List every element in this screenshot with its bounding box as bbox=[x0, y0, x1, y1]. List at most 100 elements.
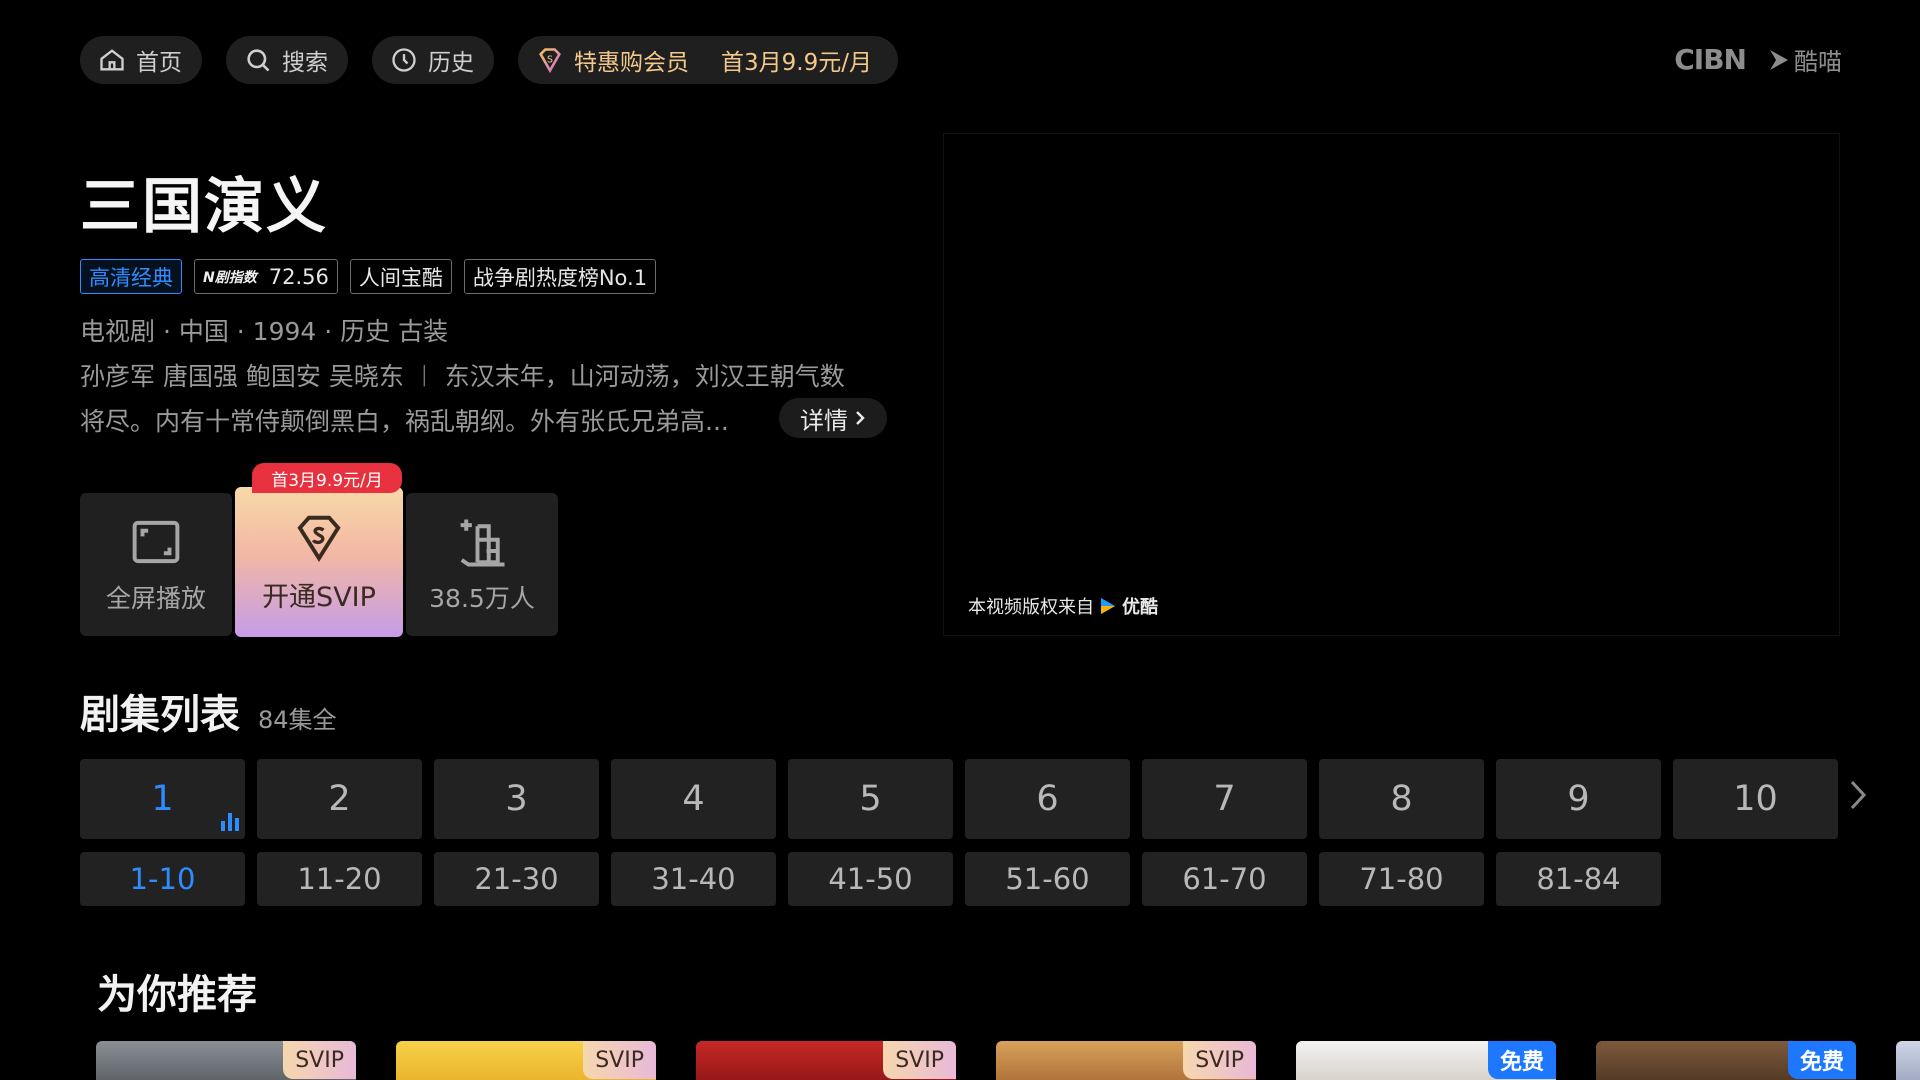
top-nav: 首页 搜索 历史 S 特惠购会员 首3月9.9元/月 bbox=[80, 36, 898, 84]
nav-history-label: 历史 bbox=[428, 50, 474, 76]
range-tab[interactable]: 1-10 bbox=[80, 852, 245, 906]
svip-badge: SVIP bbox=[1183, 1041, 1256, 1079]
tag-index: N剧指数 72.56 bbox=[194, 259, 338, 294]
provider-name: 优酷 bbox=[1122, 597, 1158, 618]
action-buttons: 全屏播放 首3月9.9元/月 开通SVIP 38.5万人 bbox=[80, 463, 558, 637]
svip-diamond-icon bbox=[297, 515, 341, 562]
tag-treasure: 人间宝酷 bbox=[349, 259, 452, 294]
free-badge: 免费 bbox=[1487, 1041, 1556, 1079]
episode-button-8[interactable]: 8 bbox=[1319, 759, 1484, 839]
svip-price-badge: 首3月9.9元/月 bbox=[252, 463, 402, 493]
desc-line-2: 将尽。内有十常侍颠倒黑白，祸乱朝纲。外有张氏兄弟高... bbox=[80, 407, 729, 436]
show-meta: 电视剧 · 中国 · 1994 · 历史 古装 bbox=[80, 317, 449, 346]
episode-number: 2 bbox=[328, 779, 351, 819]
range-tab[interactable]: 81-84 bbox=[1496, 852, 1661, 906]
kumiao-logo-text: 酷喵 bbox=[1794, 48, 1842, 76]
copyright-notice: 本视频版权来自 优酷 bbox=[968, 593, 1158, 619]
tag-index-value: 72.56 bbox=[268, 264, 329, 289]
tag-rank: 战争剧热度榜No.1 bbox=[463, 259, 657, 294]
nav-history-button[interactable]: 历史 bbox=[372, 36, 494, 84]
range-tab[interactable]: 61-70 bbox=[1142, 852, 1307, 906]
nav-vip-price: 首3月9.9元/月 bbox=[721, 50, 872, 76]
recommend-card[interactable]: 免费 bbox=[1296, 1041, 1556, 1080]
open-svip-button[interactable]: 首3月9.9元/月 开通SVIP bbox=[235, 463, 403, 637]
episode-button-6[interactable]: 6 bbox=[965, 759, 1130, 839]
playing-bars-icon bbox=[221, 813, 239, 831]
episode-button-7[interactable]: 7 bbox=[1142, 759, 1307, 839]
chevron-right-icon bbox=[856, 411, 865, 425]
range-tab[interactable]: 11-20 bbox=[257, 852, 422, 906]
range-tab[interactable]: 71-80 bbox=[1319, 852, 1484, 906]
svip-badge: SVIP bbox=[583, 1041, 656, 1079]
episode-range-row: 1-10 11-20 21-30 31-40 41-50 51-60 61-70… bbox=[80, 852, 1661, 906]
episode-row: 1 2 3 4 5 6 7 8 9 10 bbox=[80, 759, 1838, 839]
cibn-logo: CIBN bbox=[1674, 43, 1747, 76]
recommend-card[interactable]: SVIP bbox=[996, 1041, 1256, 1080]
youku-logo-icon bbox=[1101, 598, 1115, 614]
n-index-logo: N剧指数 bbox=[203, 269, 257, 286]
episode-button-2[interactable]: 2 bbox=[257, 759, 422, 839]
range-tab[interactable]: 41-50 bbox=[788, 852, 953, 906]
episode-header: 剧集列表 84集全 bbox=[80, 682, 337, 740]
recommend-card[interactable]: SVIP bbox=[396, 1041, 656, 1080]
recommend-card[interactable]: 免费 bbox=[1596, 1041, 1856, 1080]
follow-button[interactable]: 38.5万人 bbox=[406, 493, 558, 636]
range-tab[interactable]: 21-30 bbox=[434, 852, 599, 906]
tag-hd: 高清经典 bbox=[80, 259, 182, 294]
nav-search-label: 搜索 bbox=[282, 50, 328, 76]
recommend-card-partial[interactable] bbox=[1896, 1041, 1920, 1080]
svip-badge: SVIP bbox=[283, 1041, 356, 1079]
episode-button-5[interactable]: 5 bbox=[788, 759, 953, 839]
recommend-title: 为你推荐 bbox=[97, 971, 257, 1018]
episode-number: 5 bbox=[859, 779, 882, 819]
episode-button-10[interactable]: 10 bbox=[1673, 759, 1838, 839]
episode-list-title: 剧集列表 bbox=[80, 691, 240, 738]
show-title: 三国演义 bbox=[80, 172, 328, 242]
nav-vip-label: 特惠购会员 bbox=[574, 50, 689, 76]
copyright-text: 本视频版权来自 bbox=[968, 597, 1094, 618]
episode-number: 4 bbox=[682, 779, 705, 819]
range-tab[interactable]: 51-60 bbox=[965, 852, 1130, 906]
recommend-row: SVIP SVIP SVIP SVIP 免费 免费 bbox=[96, 1041, 1856, 1080]
svip-badge: SVIP bbox=[883, 1041, 956, 1079]
episode-number: 7 bbox=[1213, 779, 1236, 819]
video-player[interactable]: 本视频版权来自 优酷 bbox=[943, 133, 1840, 636]
episode-count: 84集全 bbox=[258, 706, 337, 734]
episode-number: 10 bbox=[1733, 779, 1778, 819]
nav-home-button[interactable]: 首页 bbox=[80, 36, 202, 84]
detail-label: 详情 bbox=[800, 406, 848, 435]
chevron-right-icon bbox=[1850, 780, 1867, 810]
episode-button-3[interactable]: 3 bbox=[434, 759, 599, 839]
episode-button-4[interactable]: 4 bbox=[611, 759, 776, 839]
range-tab[interactable]: 31-40 bbox=[611, 852, 776, 906]
free-badge: 免费 bbox=[1787, 1041, 1856, 1079]
episode-button-9[interactable]: 9 bbox=[1496, 759, 1661, 839]
fullscreen-label: 全屏播放 bbox=[105, 583, 206, 613]
clock-icon bbox=[392, 48, 416, 72]
home-icon bbox=[100, 49, 124, 71]
svg-text:S: S bbox=[547, 54, 553, 65]
show-description: 孙彦军 唐国强 鲍国安 吴晓东 ︱ 东汉末年，山河动荡，刘汉王朝气数 将尽。内有… bbox=[80, 354, 890, 444]
episode-number: 8 bbox=[1390, 779, 1413, 819]
follow-count: 38.5万人 bbox=[429, 583, 535, 613]
nav-search-button[interactable]: 搜索 bbox=[226, 36, 348, 84]
episode-number: 6 bbox=[1036, 779, 1059, 819]
fullscreen-button[interactable]: 全屏播放 bbox=[80, 493, 232, 636]
recommend-card[interactable]: SVIP bbox=[96, 1041, 356, 1080]
episode-number: 3 bbox=[505, 779, 528, 819]
episode-next-arrow[interactable] bbox=[1848, 778, 1868, 821]
desc-line-1: 孙彦军 唐国强 鲍国安 吴晓东 ︱ 东汉末年，山河动荡，刘汉王朝气数 bbox=[80, 362, 845, 391]
svip-label: 开通SVIP bbox=[262, 581, 376, 613]
kumiao-logo: 酷喵 bbox=[1768, 42, 1842, 77]
vip-diamond-icon: S bbox=[539, 48, 561, 74]
kumiao-play-icon bbox=[1770, 49, 1788, 70]
episode-button-1[interactable]: 1 bbox=[80, 759, 245, 839]
episode-number: 9 bbox=[1567, 779, 1590, 819]
show-tags: 高清经典 N剧指数 72.56 人间宝酷 战争剧热度榜No.1 bbox=[80, 259, 657, 294]
recommend-card[interactable]: SVIP bbox=[696, 1041, 956, 1080]
search-icon bbox=[247, 49, 270, 72]
nav-home-label: 首页 bbox=[136, 50, 182, 76]
detail-button[interactable]: 详情 bbox=[779, 398, 887, 438]
fullscreen-icon bbox=[132, 520, 180, 563]
nav-vip-button[interactable]: S 特惠购会员 首3月9.9元/月 bbox=[518, 36, 898, 84]
